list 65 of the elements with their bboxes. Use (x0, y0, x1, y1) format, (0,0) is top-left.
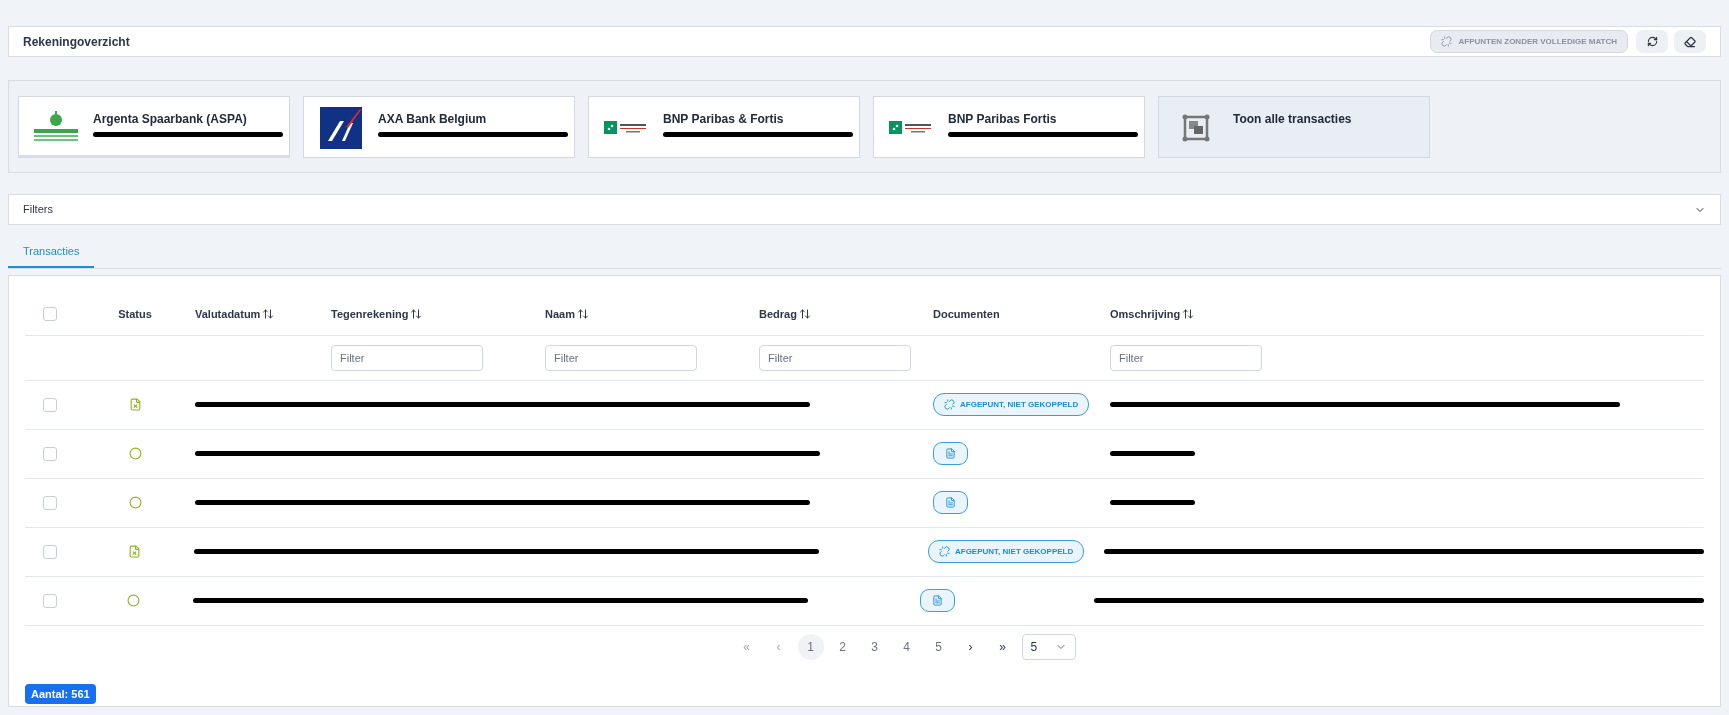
circle-icon (128, 447, 142, 460)
sort-icon[interactable] (1182, 308, 1195, 320)
eraser-icon (1684, 35, 1696, 48)
bank-logo-icon (604, 120, 648, 135)
page-button[interactable]: 4 (893, 633, 920, 660)
page-title: Rekeningoverzicht (23, 33, 130, 51)
filter-field[interactable]: Filter (331, 344, 483, 371)
column-header[interactable]: Naam (545, 305, 575, 323)
row-checkbox[interactable] (42, 593, 57, 608)
account-card[interactable]: Toon alle transacties (1158, 95, 1430, 158)
page-button[interactable]: 2 (829, 633, 856, 660)
account-card[interactable]: BNP Paribas Fortis (873, 95, 1145, 158)
row-checkbox[interactable] (43, 495, 57, 510)
file-icon (945, 497, 956, 508)
row-checkbox[interactable] (43, 397, 57, 412)
column-header[interactable]: Valutadatum (195, 305, 261, 323)
sort-icon[interactable] (798, 308, 811, 320)
account-name: AXA Bank Belgium (378, 110, 488, 128)
page-button[interactable]: 3 (861, 633, 888, 660)
refresh-icon (1646, 36, 1658, 47)
account-name: BNP Paribas Fortis (948, 110, 1058, 128)
column-header: Documenten (933, 306, 1000, 322)
file-icon (931, 595, 943, 606)
circle-icon (128, 496, 142, 509)
bank-logo-icon (889, 120, 933, 135)
unlink-icon (1441, 36, 1453, 47)
column-header[interactable]: Tegenrekening (331, 305, 409, 323)
column-header[interactable]: Omschrijving (1110, 305, 1181, 323)
account-name: Toon alle transacties (1233, 110, 1352, 128)
filter-field[interactable]: Filter (1110, 344, 1262, 371)
file-icon (945, 448, 956, 459)
crossed-file-icon (127, 545, 141, 558)
sort-icon[interactable] (262, 308, 275, 320)
row-checkbox[interactable] (42, 544, 57, 559)
document-button[interactable] (933, 442, 968, 465)
filter-field[interactable]: Filter (545, 344, 697, 371)
sort-icon[interactable] (576, 308, 589, 320)
filters-bar[interactable]: Filters (8, 194, 1721, 225)
eraser-button[interactable] (1674, 30, 1706, 53)
account-name: Argenta Spaarbank (ASPA) (93, 110, 248, 128)
diagonal-lines-logo-icon (320, 106, 362, 149)
sort-icon[interactable] (410, 308, 423, 320)
last-page-button[interactable]: » (989, 633, 1016, 660)
unlink-icon (939, 546, 950, 557)
account-card[interactable]: AXA Bank Belgium (303, 95, 575, 158)
next-page-button[interactable]: › (957, 633, 984, 660)
account-card[interactable]: BNP Paribas & Fortis (588, 95, 860, 158)
account-card[interactable]: Argenta Spaarbank (ASPA) (18, 95, 290, 158)
column-header[interactable]: Bedrag (759, 305, 797, 323)
filter-field[interactable]: Filter (759, 344, 911, 371)
document-button[interactable] (933, 491, 968, 514)
crossed-file-icon (128, 398, 142, 411)
row-checkbox[interactable] (43, 446, 57, 461)
unlink-icon (944, 399, 955, 410)
page-button[interactable]: 5 (925, 633, 952, 660)
account-name: BNP Paribas & Fortis (663, 110, 785, 128)
frame-icon (1182, 113, 1210, 142)
circle-icon (126, 594, 140, 607)
select-all-checkbox[interactable] (43, 307, 57, 321)
page-size-select[interactable]: 5 (1021, 633, 1076, 660)
count-badge: Aantal: 561 (25, 683, 96, 704)
refresh-button[interactable] (1636, 30, 1668, 53)
document-button[interactable] (919, 589, 955, 612)
page-button[interactable]: 1 (797, 633, 824, 660)
column-header: Status (118, 306, 152, 322)
